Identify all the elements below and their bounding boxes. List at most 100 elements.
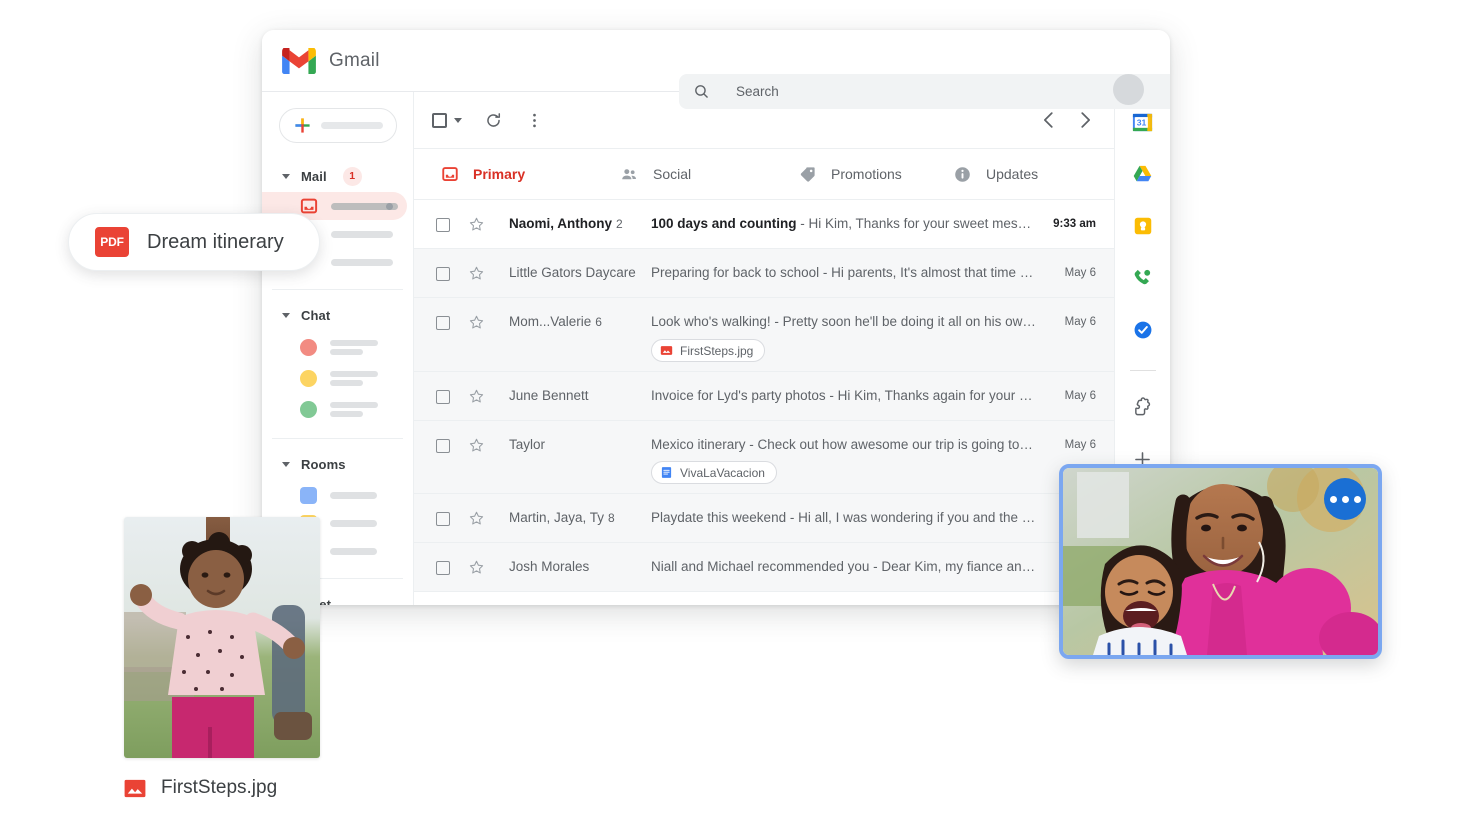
email-subject: Preparing for back to school - Hi parent… [651,265,1036,280]
rail-divider [1129,370,1156,371]
star-icon[interactable] [468,216,485,233]
chevron-right-icon[interactable] [1074,109,1096,131]
tab-updates[interactable]: Updates [953,165,1038,184]
star-icon[interactable] [468,510,485,527]
search-bar[interactable]: Search [679,74,1170,109]
table-row[interactable]: Taylor Mexico itinerary - Check out how … [414,421,1114,494]
sidebar-divider [272,289,403,290]
pdf-chip-label: Dream itinerary [147,230,284,253]
star-icon[interactable] [468,314,485,331]
room-list-item[interactable] [262,481,413,509]
chat-list-item[interactable] [262,332,413,363]
caret-down-icon[interactable] [282,461,290,467]
tab-social[interactable]: Social [620,165,798,184]
sidebar-section-title: Mail [301,168,327,184]
addons-puzzle-icon[interactable] [1131,395,1155,419]
compose-button[interactable] [278,108,397,143]
chat-list-item[interactable] [262,394,413,425]
attachment-name: VivaLaVacacion [680,465,765,480]
google-keep-icon[interactable] [1131,214,1155,238]
row-checkbox[interactable] [436,439,450,453]
email-subject-wrap: Playdate this weekend - Hi all, I was wo… [651,494,1036,534]
row-checkbox[interactable] [436,390,450,404]
pdf-attachment-chip[interactable]: PDF Dream itinerary [68,213,320,271]
gmail-logo-area[interactable]: Gmail [262,47,414,74]
image-file-icon [660,346,673,355]
photo-file-name: FirstSteps.jpg [161,777,278,798]
tab-promotions[interactable]: Promotions [798,165,953,184]
table-row[interactable]: Naomi, Anthony 2 100 days and counting - … [414,200,1114,249]
email-subject: Look who's walking! - Pretty soon he'll … [651,314,1036,329]
table-row[interactable]: Mom...Valerie 6 Look who's walking! - Pre… [414,298,1114,372]
screenshot-stage: Gmail Search Mail 1 Chat Rooms Primary S… [0,0,1467,831]
row-content: Martin, Jaya, Ty 8 Playdate this weekend … [485,494,1036,534]
google-docs-icon [661,467,672,478]
star-icon[interactable] [468,265,485,282]
star-icon[interactable] [468,437,485,454]
refresh-icon[interactable] [484,111,503,130]
svg-text:31: 31 [1137,117,1147,127]
photo-image [124,517,320,758]
email-subject: Mexico itinerary - Check out how awesome… [651,437,1036,452]
row-checkbox[interactable] [436,218,450,232]
table-row[interactable]: Martin, Jaya, Ty 8 Playdate this weekend … [414,494,1114,543]
row-content: Mom...Valerie 6 Look who's walking! - Pre… [485,298,1036,371]
row-content: Taylor Mexico itinerary - Check out how … [485,421,1036,493]
email-subject-wrap: Niall and Michael recommended you - Dear… [651,543,1036,583]
google-tasks-icon[interactable] [1131,318,1155,342]
email-subject-wrap: Preparing for back to school - Hi parent… [651,249,1036,289]
email-sender: Naomi, Anthony 2 [509,216,623,231]
tag-icon [798,165,817,184]
row-checkbox[interactable] [436,561,450,575]
tab-primary[interactable]: Primary [440,165,620,184]
chat-item-text [330,370,378,387]
star-icon[interactable] [468,388,485,405]
compose-label-placeholder [320,122,383,129]
email-subject-wrap: Look who's walking! - Pretty soon he'll … [651,298,1036,371]
search-input[interactable]: Search [736,84,779,99]
chat-avatar [300,339,317,356]
chat-list-item[interactable] [262,363,413,394]
sidebar-section-header-rooms[interactable]: Rooms [262,453,413,475]
table-row[interactable]: June Bennett Invoice for Lyd's party pho… [414,372,1114,421]
google-calendar-icon[interactable]: 31 [1131,110,1155,134]
more-vertical-icon[interactable] [525,111,544,130]
table-row[interactable]: Josh Morales Niall and Michael recommend… [414,543,1114,592]
row-checkbox[interactable] [436,316,450,330]
select-all-checkbox[interactable] [432,112,447,128]
avatar[interactable] [1113,74,1144,105]
row-checkbox[interactable] [436,512,450,526]
gmail-window: Gmail Search Mail 1 Chat Rooms Primary S… [262,30,1170,605]
caret-down-icon[interactable] [454,117,462,123]
email-subject: Invoice for Lyd's party photos - Hi Kim,… [651,388,1036,403]
email-subject-wrap: 100 days and counting - Hi Kim, Thanks f… [651,200,1036,240]
google-drive-icon[interactable] [1131,162,1155,186]
row-content: Naomi, Anthony 2 100 days and counting - … [485,200,1036,240]
table-row[interactable]: Little Gators Daycare Preparing for back… [414,249,1114,298]
chat-item-text [330,339,378,356]
caret-down-icon[interactable] [282,173,290,179]
chat-item-text [330,401,378,418]
email-list-pane: Primary Social Promotions Updates Naomi,… [414,92,1114,605]
more-horizontal-icon[interactable] [1324,478,1366,520]
attachment-chip[interactable]: FirstSteps.jpg [651,339,766,362]
pdf-file-icon: PDF [95,227,129,257]
attachment-chip[interactable]: VivaLaVacacion [651,461,777,484]
star-icon[interactable] [468,559,485,576]
email-date: May 6 [1064,390,1096,402]
sidebar-section-header-chat[interactable]: Chat [262,304,413,326]
google-voice-icon[interactable] [1131,266,1155,290]
unread-dot-icon [386,202,393,210]
row-checkbox[interactable] [436,267,450,281]
photo-thumbnail[interactable] [124,517,320,758]
chevron-left-icon[interactable] [1038,109,1060,131]
photo-file-caption: FirstSteps.jpg [124,777,277,799]
sidebar-section-chat: Chat [262,304,413,439]
video-call-card[interactable] [1059,464,1382,659]
gmail-body: Mail 1 Chat Rooms Primary Social Promoti… [262,92,1170,605]
caret-down-icon[interactable] [282,312,290,318]
gmail-wordmark: Gmail [329,49,380,71]
sidebar-section-title: Rooms [301,456,346,472]
sidebar-section-header-mail[interactable]: Mail 1 [262,165,413,187]
email-sender: Martin, Jaya, Ty 8 [509,510,615,525]
